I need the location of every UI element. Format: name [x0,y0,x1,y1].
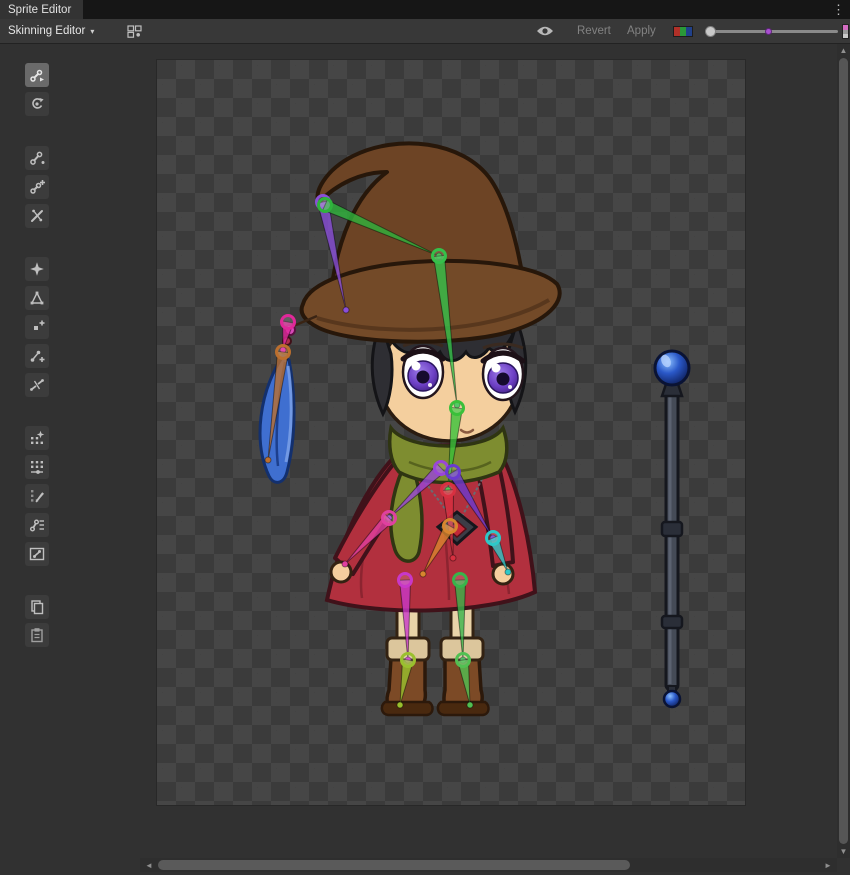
eye-icon [536,25,554,37]
bone-influence-icon [29,517,45,533]
tool-split-bone[interactable] [25,204,49,228]
create-vertex-icon [29,319,45,335]
character-sprite[interactable] [260,143,560,715]
staff-highlight [669,394,672,684]
scroll-left-icon[interactable]: ◄ [142,858,156,872]
sprite-influence-icon [29,546,45,562]
tool-edit-joints[interactable] [25,146,49,170]
auto-geometry-icon [29,261,45,277]
bone-color-swatch[interactable] [673,26,693,37]
tool-sprite-influence[interactable] [25,542,49,566]
chevron-down-icon: ▾ [90,27,94,36]
tool-copy[interactable] [25,595,49,619]
tool-preview-pose[interactable] [25,63,49,87]
tool-edit-geometry[interactable] [25,286,49,310]
weight-brush-icon [29,488,45,504]
sprite-sheet-toggle-button[interactable] [122,21,146,41]
window-tab-bar: Sprite Editor ⋮ [0,0,850,19]
skinning-toolbar: Skinning Editor ▾ Revert Apply [0,19,850,44]
vertical-scrollbar[interactable]: ▲ ▼ [837,44,850,858]
scroll-right-icon[interactable]: ► [821,858,835,872]
edit-geometry-icon [29,290,45,306]
mode-dropdown-label: Skinning Editor [8,25,85,37]
right-eye [483,348,523,400]
window-menu-icon[interactable]: ⋮ [832,0,845,19]
slider-knob[interactable] [705,26,716,37]
right-boot-sole [438,702,489,715]
tool-create-bone[interactable] [25,175,49,199]
scroll-up-icon[interactable]: ▲ [837,44,850,57]
horizontal-scrollbar-thumb[interactable] [158,860,630,870]
tool-restore-pose[interactable] [25,92,49,116]
slider-end-swatch[interactable] [842,24,849,39]
staff-sprite[interactable] [655,351,689,707]
apply-button[interactable]: Apply [621,19,662,43]
sprite-sheet-icon [127,25,142,38]
edit-joints-icon [29,150,45,166]
left-boot-sole [382,702,433,715]
paste-icon [29,627,45,643]
tool-create-vertex[interactable] [25,315,49,339]
create-bone-icon [29,179,45,195]
sprite-canvas[interactable] [157,60,745,805]
preview-pose-icon [29,67,45,83]
tool-weight-slider[interactable] [25,455,49,479]
staff-ring-upper [662,522,682,536]
mode-dropdown[interactable]: Skinning Editor ▾ [0,19,102,43]
vertical-scrollbar-thumb[interactable] [839,58,848,844]
create-edge-icon [29,348,45,364]
tool-create-edge[interactable] [25,344,49,368]
tool-paste[interactable] [25,623,49,647]
slider-marker[interactable] [765,28,772,35]
scroll-down-icon[interactable]: ▼ [837,845,850,858]
auto-weights-icon [29,430,45,446]
tab-title: Sprite Editor [8,4,71,16]
scrollbar-corner [837,858,850,875]
opacity-slider[interactable] [706,30,838,33]
tool-weight-brush[interactable] [25,484,49,508]
staff-orb [655,351,689,385]
weight-slider-icon [29,459,45,475]
tool-auto-weights[interactable] [25,426,49,450]
revert-button[interactable]: Revert [571,19,617,43]
staff-ring-lower [662,616,682,628]
split-bone-icon [29,208,45,224]
restore-pose-icon [29,96,45,112]
copy-icon [29,599,45,615]
left-eye [403,346,443,398]
tool-bone-influence[interactable] [25,513,49,537]
tool-split-edge[interactable] [25,373,49,397]
staff-tip-orb [664,691,680,707]
staff-shaft [666,388,678,690]
horizontal-scrollbar[interactable]: ◄ ► [140,858,837,872]
tab-sprite-editor[interactable]: Sprite Editor [0,0,83,19]
visibility-toggle-button[interactable] [533,21,557,41]
tool-auto-geometry[interactable] [25,257,49,281]
split-edge-icon [29,377,45,393]
